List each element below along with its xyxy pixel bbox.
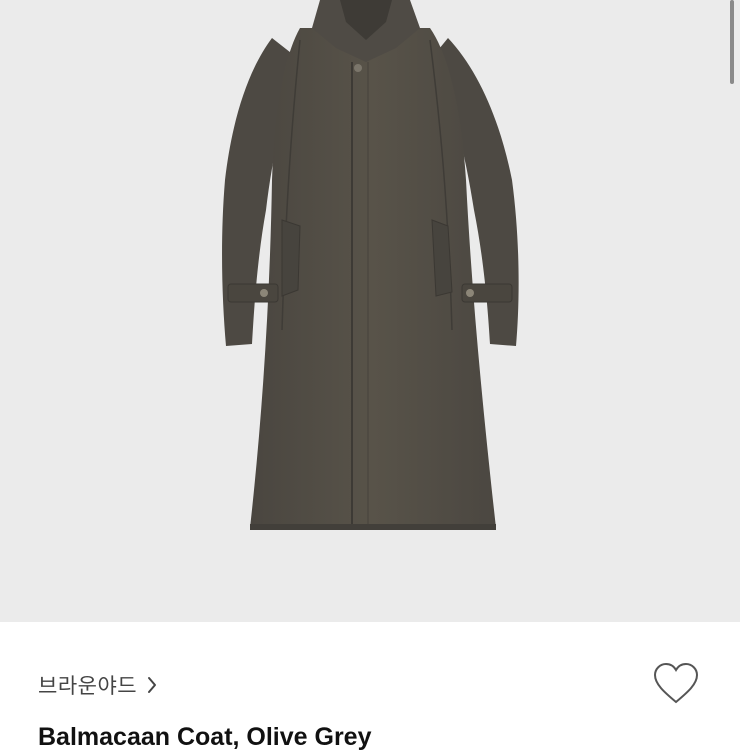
scrollbar[interactable] bbox=[730, 0, 734, 84]
like-button[interactable] bbox=[650, 660, 702, 712]
heart-outline-icon bbox=[652, 662, 700, 710]
product-info: 브라운야드 Balmacaan Coat, Olive Grey bbox=[0, 622, 740, 751]
chevron-right-icon bbox=[147, 676, 157, 694]
coat-photo bbox=[222, 0, 519, 530]
product-image[interactable] bbox=[0, 0, 740, 622]
brand-name: 브라운야드 bbox=[38, 674, 138, 698]
brand-link[interactable]: 브라운야드 bbox=[38, 670, 157, 700]
product-title: Balmacaan Coat, Olive Grey bbox=[38, 723, 372, 751]
